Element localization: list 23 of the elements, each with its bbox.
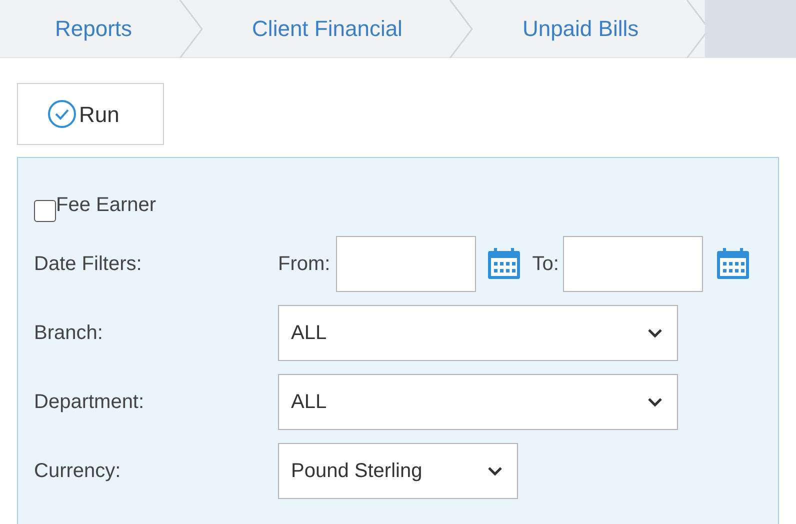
field-label: Currency:	[34, 459, 122, 484]
dropdown-select[interactable]: Pound Sterling	[278, 443, 518, 499]
to-date-field[interactable]	[562, 236, 703, 292]
field-label: Branch:	[34, 321, 104, 346]
breadcrumb-link[interactable]: Unpaid Bills	[522, 12, 639, 45]
field-label: Department:	[34, 390, 146, 415]
fee-earner-label: Fee Earner	[56, 193, 156, 218]
from-date-field[interactable]	[336, 236, 476, 292]
chevron-down-icon	[647, 397, 663, 407]
calendar-icon[interactable]	[714, 247, 751, 281]
to-label: To:	[532, 252, 559, 277]
fee-earner-checkbox[interactable]	[34, 200, 56, 222]
calendar-icon[interactable]	[486, 247, 522, 281]
from-label: From:	[278, 252, 330, 277]
chevron-down-icon	[487, 466, 503, 476]
date-filters-label: Date Filters:	[34, 252, 143, 277]
dropdown-select[interactable]: ALL	[278, 305, 678, 361]
breadcrumb-link[interactable]: Client Financial	[252, 12, 402, 45]
breadcrumb-link[interactable]: Reports	[55, 12, 132, 45]
check-circle-icon	[47, 99, 77, 129]
chevron-down-icon	[647, 328, 663, 338]
dropdown-select[interactable]: ALL	[278, 374, 678, 430]
run-button[interactable]: Run	[17, 83, 164, 145]
